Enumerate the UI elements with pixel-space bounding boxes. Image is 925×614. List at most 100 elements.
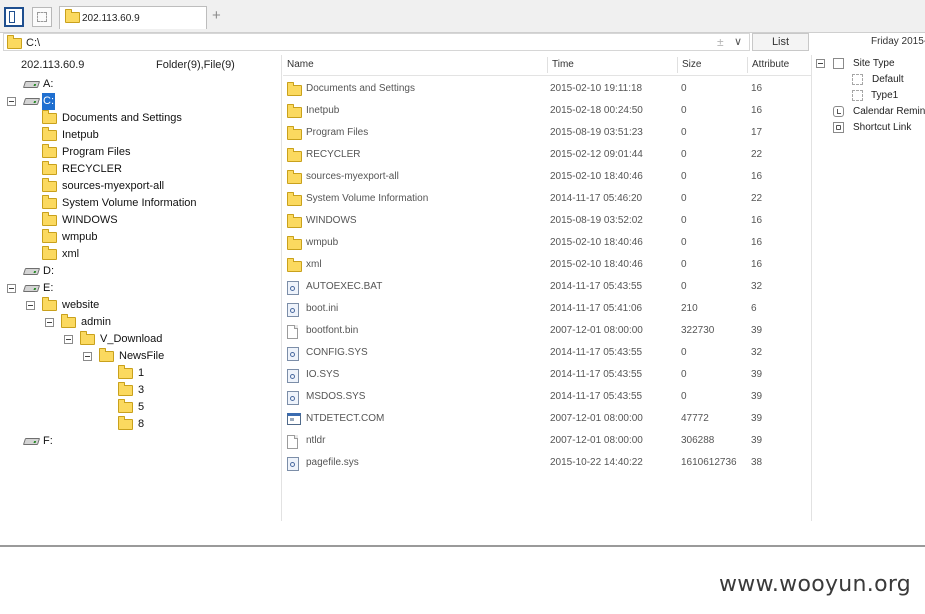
file-name: wmpub [306, 237, 339, 248]
tree-folder-v-download[interactable]: V_Download [0, 331, 281, 348]
tree-drive-c[interactable]: C: [0, 93, 281, 110]
add-tab-button[interactable]: + [212, 8, 221, 23]
tree-folder[interactable]: System Volume Information [0, 195, 281, 212]
tree-folder[interactable]: sources-myexport-all [0, 178, 281, 195]
file-row[interactable]: wmpub 2015-02-10 18:40:46 0 16 [283, 232, 811, 254]
file-row[interactable]: NTDETECT.COM 2007-12-01 08:00:00 47772 39 [283, 408, 811, 430]
executable-icon [287, 413, 301, 425]
tree-drive-f[interactable]: F: [0, 433, 281, 450]
tree-drive-a[interactable]: A: [0, 76, 281, 93]
file-row[interactable]: IO.SYS 2014-11-17 05:43:55 0 39 [283, 364, 811, 386]
column-divider[interactable] [677, 57, 678, 73]
file-row[interactable]: AUTOEXEC.BAT 2014-11-17 05:43:55 0 32 [283, 276, 811, 298]
list-button[interactable]: List [752, 33, 809, 51]
file-time: 2007-12-01 08:00:00 [550, 413, 643, 424]
file-time: 2015-08-19 03:52:02 [550, 215, 643, 226]
tree-folder[interactable]: Program Files [0, 144, 281, 161]
file-time: 2015-02-10 18:40:46 [550, 237, 643, 248]
file-row[interactable]: pagefile.sys 2015-10-22 14:40:22 161061273… [283, 452, 811, 474]
folder-icon [287, 214, 302, 228]
file-row[interactable]: xml 2015-02-10 18:40:46 0 16 [283, 254, 811, 276]
file-time: 2007-12-01 08:00:00 [550, 325, 643, 336]
column-header-attribute[interactable]: Attribute [752, 58, 789, 72]
file-size: 306288 [681, 435, 715, 446]
address-bar[interactable]: C:\ ± ∨ [3, 33, 750, 51]
collapse-toggle-icon[interactable] [83, 352, 92, 361]
panel-divider[interactable] [281, 55, 282, 521]
file-row[interactable]: WINDOWS 2015-08-19 03:52:02 0 16 [283, 210, 811, 232]
file-size: 0 [681, 369, 687, 380]
file-time: 2014-11-17 05:43:55 [550, 347, 643, 358]
tree-label: Inetpub [62, 129, 99, 141]
clock-icon [833, 106, 844, 117]
tree-folder-admin[interactable]: admin [0, 314, 281, 331]
file-row[interactable]: Inetpub 2015-02-18 00:24:50 0 16 [283, 100, 811, 122]
tree-folder[interactable]: xml [0, 246, 281, 263]
chevron-down-icon[interactable]: ∨ [734, 35, 742, 48]
tree-drive-e[interactable]: E: [0, 280, 281, 297]
tree-drive-d[interactable]: D: [0, 263, 281, 280]
tab-host[interactable]: 202.113.60.9 [59, 6, 207, 29]
drive-icon [22, 438, 41, 445]
file-row[interactable]: RECYCLER 2015-02-12 09:01:44 0 22 [283, 144, 811, 166]
file-row[interactable]: bootfont.bin 2007-12-01 08:00:00 322730 39 [283, 320, 811, 342]
folder-icon [118, 382, 133, 396]
file-attribute: 39 [751, 413, 763, 424]
file-time: 2015-08-19 03:51:23 [550, 127, 643, 138]
item-counts: Folder(9),File(9) [156, 59, 235, 71]
column-header-size[interactable]: Size [682, 58, 701, 72]
layout-toggle-icon[interactable] [4, 7, 24, 27]
tree-label: 1 [138, 367, 145, 379]
file-row[interactable]: CONFIG.SYS 2014-11-17 05:43:55 0 32 [283, 342, 811, 364]
tree-folder[interactable]: 3 [0, 382, 281, 399]
file-row[interactable]: boot.ini 2014-11-17 05:41:06 210 6 [283, 298, 811, 320]
tree-folder[interactable]: 1 [0, 365, 281, 382]
column-header-name[interactable]: Name [287, 58, 314, 72]
collapse-toggle-icon[interactable] [45, 318, 54, 327]
file-size: 0 [681, 193, 687, 204]
directory-tree-panel: 202.113.60.9 Folder(9),File(9) A: C: Doc… [0, 55, 281, 523]
file-size: 322730 [681, 325, 715, 336]
file-attribute: 32 [751, 347, 763, 358]
shortcut-icon [833, 122, 844, 133]
file-row[interactable]: sources-myexport-all 2015-02-10 18:40:46 0… [283, 166, 811, 188]
tree-label: 3 [138, 384, 145, 396]
file-row[interactable]: ntldr 2007-12-01 08:00:00 306288 39 [283, 430, 811, 452]
folder-icon [287, 258, 302, 272]
file-name: Program Files [306, 127, 369, 138]
site-panel: Friday 2015- Site Type Default Type1 Cal… [812, 33, 925, 523]
tree-folder[interactable]: wmpub [0, 229, 281, 246]
tree-folder[interactable]: 5 [0, 399, 281, 416]
collapse-toggle-icon[interactable] [7, 97, 16, 106]
collapse-toggle-icon[interactable] [7, 284, 16, 293]
tree-label: 8 [138, 418, 145, 430]
tree-folder-newsfile[interactable]: NewsFile [0, 348, 281, 365]
collapse-toggle-icon[interactable] [816, 59, 825, 68]
file-row[interactable]: System Volume Information 2014-11-17 05:4… [283, 188, 811, 210]
tree-label: xml [62, 248, 80, 260]
tree-folder[interactable]: RECYCLER [0, 161, 281, 178]
tree-folder-website[interactable]: website [0, 297, 281, 314]
file-time: 2014-11-17 05:41:06 [550, 303, 643, 314]
folder-icon [287, 82, 302, 96]
tab-bar: 202.113.60.9 + [0, 0, 925, 33]
file-attribute: 39 [751, 369, 763, 380]
tree-folder[interactable]: 8 [0, 416, 281, 433]
tree-folder[interactable]: Inetpub [0, 127, 281, 144]
file-size: 0 [681, 391, 687, 402]
column-divider[interactable] [547, 57, 548, 73]
folder-icon [42, 195, 57, 209]
column-divider[interactable] [747, 57, 748, 73]
column-header-time[interactable]: Time [552, 58, 574, 72]
tree-folder[interactable]: Documents and Settings [0, 110, 281, 127]
file-row[interactable]: Documents and Settings 2015-02-10 19:11:1… [283, 78, 811, 100]
file-row[interactable]: MSDOS.SYS 2014-11-17 05:43:55 0 39 [283, 386, 811, 408]
tree-folder[interactable]: WINDOWS [0, 212, 281, 229]
address-path[interactable]: C:\ [26, 37, 40, 49]
blank-tab-icon[interactable] [32, 7, 52, 27]
collapse-toggle-icon[interactable] [26, 301, 35, 310]
file-row[interactable]: Program Files 2015-08-19 03:51:23 0 17 [283, 122, 811, 144]
site-type-label: Site Type [853, 58, 895, 69]
default-label: Default [872, 74, 904, 85]
collapse-toggle-icon[interactable] [64, 335, 73, 344]
